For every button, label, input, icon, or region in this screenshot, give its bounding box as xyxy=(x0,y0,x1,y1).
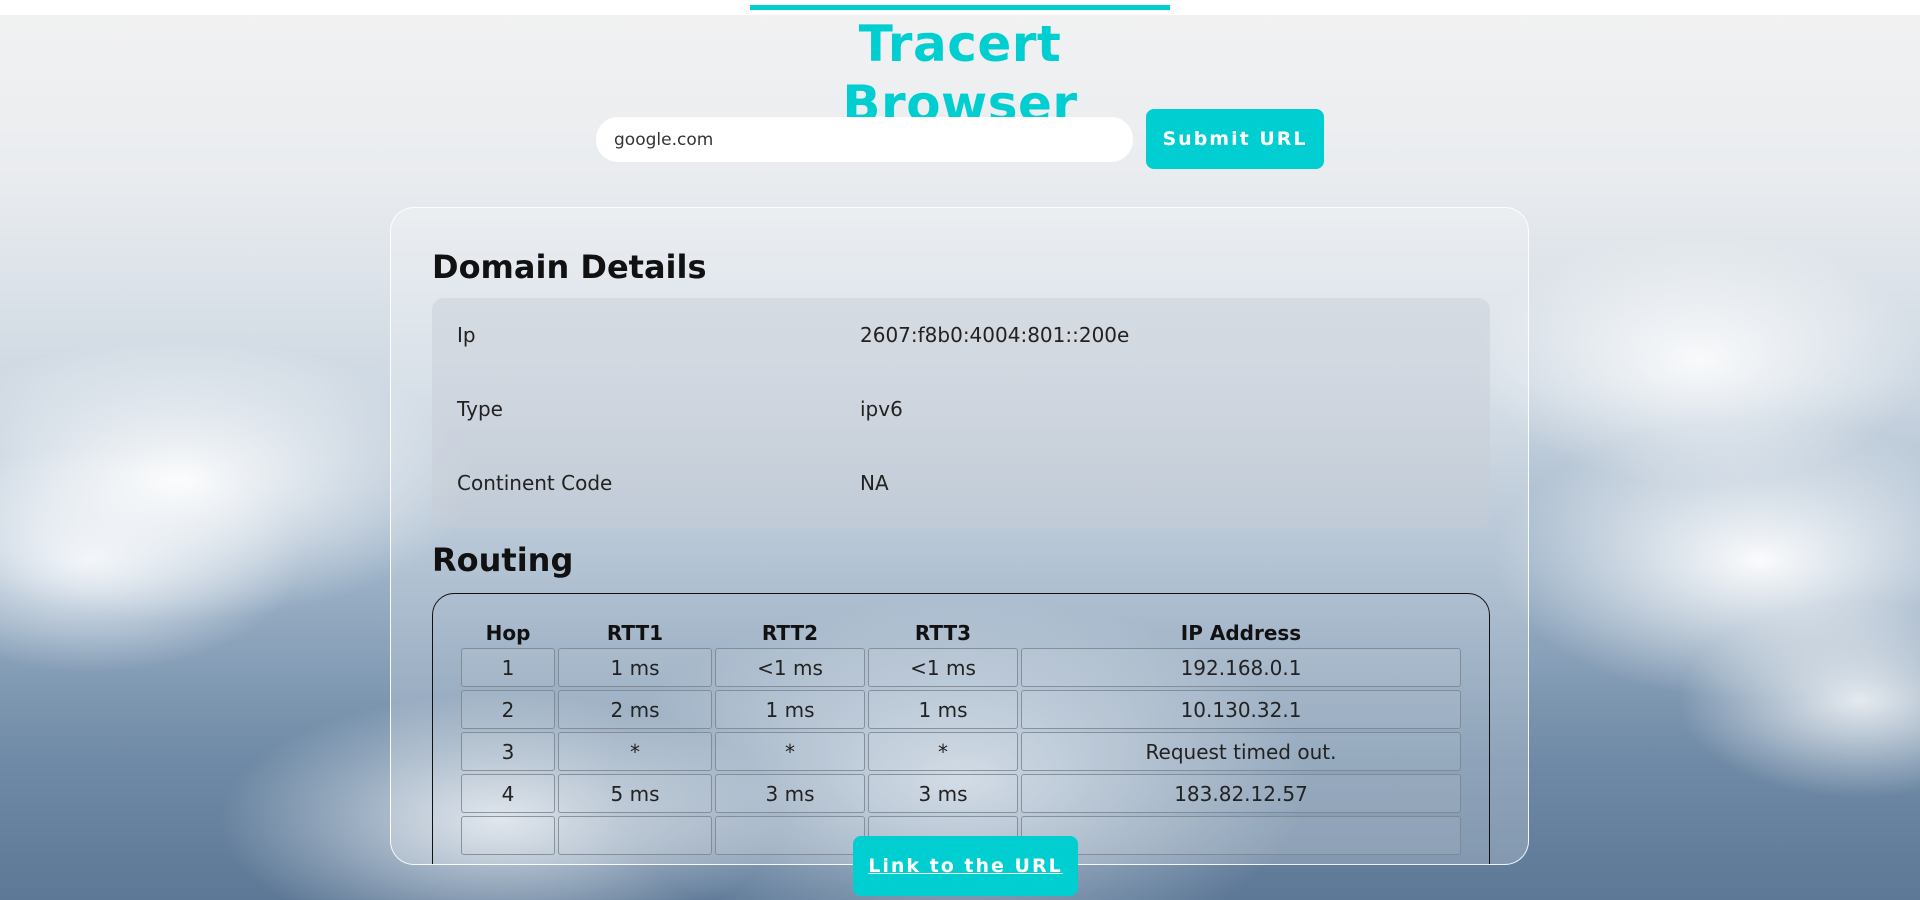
table-cell: 1 ms xyxy=(715,690,865,729)
column-header-rtt3: RTT3 xyxy=(914,621,972,645)
column-header-rtt1: RTT1 xyxy=(606,621,664,645)
table-cell: 1 ms xyxy=(558,648,712,687)
table-cell xyxy=(461,816,555,855)
detail-label: Type xyxy=(457,397,503,421)
routing-table: Hop RTT1 RTT2 RTT3 IP Address 1 1 ms <1 … xyxy=(458,618,1464,858)
table-cell: 1 xyxy=(461,648,555,687)
routing-heading: Routing xyxy=(432,541,574,579)
detail-row-ip: Ip 2607:f8b0:4004:801::200e xyxy=(432,315,1490,355)
table-cell: 192.168.0.1 xyxy=(1021,648,1461,687)
table-cell: 183.82.12.57 xyxy=(1021,774,1461,813)
table-cell: * xyxy=(558,732,712,771)
domain-details-heading: Domain Details xyxy=(432,248,707,286)
domain-details-box: Ip 2607:f8b0:4004:801::200e Type ipv6 Co… xyxy=(432,298,1490,529)
detail-value: ipv6 xyxy=(860,397,903,421)
table-cell: 10.130.32.1 xyxy=(1021,690,1461,729)
table-cell xyxy=(1021,816,1461,855)
results-panel: Domain Details Ip 2607:f8b0:4004:801::20… xyxy=(390,207,1529,865)
url-input[interactable] xyxy=(596,117,1133,162)
column-header-rtt2: RTT2 xyxy=(761,621,819,645)
table-cell: 3 xyxy=(461,732,555,771)
table-cell: 3 ms xyxy=(868,774,1018,813)
table-cell: 5 ms xyxy=(558,774,712,813)
table-cell: Request timed out. xyxy=(1021,732,1461,771)
detail-label: Ip xyxy=(457,323,476,347)
table-cell: <1 ms xyxy=(715,648,865,687)
table-row: 2 2 ms 1 ms 1 ms 10.130.32.1 xyxy=(461,690,1461,729)
table-header-row: Hop RTT1 RTT2 RTT3 IP Address xyxy=(461,621,1461,645)
detail-row-continent-code: Continent Code NA xyxy=(432,463,1490,503)
table-cell: 3 ms xyxy=(715,774,865,813)
table-row: 3 * * * Request timed out. xyxy=(461,732,1461,771)
detail-value: 2607:f8b0:4004:801::200e xyxy=(860,323,1130,347)
detail-row-type: Type ipv6 xyxy=(432,389,1490,429)
table-cell: 2 ms xyxy=(558,690,712,729)
submit-url-button[interactable]: Submit URL xyxy=(1146,109,1324,169)
table-row: 4 5 ms 3 ms 3 ms 183.82.12.57 xyxy=(461,774,1461,813)
link-to-url-button[interactable]: Link to the URL xyxy=(853,836,1078,896)
routing-table-container[interactable]: Hop RTT1 RTT2 RTT3 IP Address 1 1 ms <1 … xyxy=(432,593,1490,864)
detail-label: Continent Code xyxy=(457,471,613,495)
column-header-ip-address: IP Address xyxy=(1180,621,1302,645)
table-cell: * xyxy=(715,732,865,771)
table-cell: 2 xyxy=(461,690,555,729)
table-cell xyxy=(715,816,865,855)
table-row: 1 1 ms <1 ms <1 ms 192.168.0.1 xyxy=(461,648,1461,687)
page-title: Tracert Browser xyxy=(842,15,1078,133)
column-header-hop: Hop xyxy=(485,621,531,645)
detail-value: NA xyxy=(860,471,889,495)
table-cell: <1 ms xyxy=(868,648,1018,687)
table-cell xyxy=(558,816,712,855)
title-underline-bar: Tracert Browser xyxy=(750,5,1170,134)
table-cell: 1 ms xyxy=(868,690,1018,729)
table-cell: 4 xyxy=(461,774,555,813)
table-cell: * xyxy=(868,732,1018,771)
